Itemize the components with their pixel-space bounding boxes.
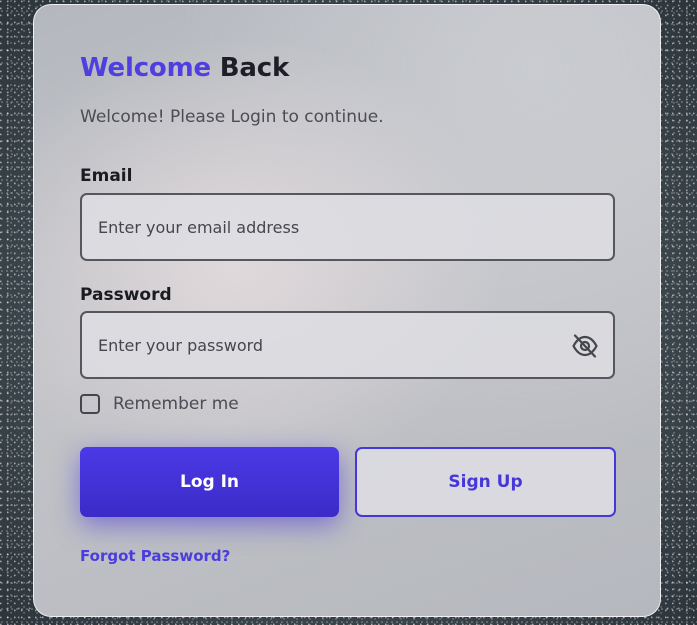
remember-me-toggle[interactable]: Remember me [80,394,239,414]
password-field-container [80,311,615,379]
forgot-password-link[interactable]: Forgot Password? [80,547,230,565]
login-card: Welcome Back Welcome! Please Login to co… [33,4,661,617]
signup-button[interactable]: Sign Up [355,447,616,517]
password-field[interactable] [82,313,613,377]
email-field[interactable] [82,195,613,259]
eye-off-icon[interactable] [571,333,599,359]
subtitle: Welcome! Please Login to continue. [80,107,384,127]
remember-me-checkbox[interactable] [80,394,100,414]
page-title: Welcome Back [80,53,289,83]
title-rest: Back [219,53,290,83]
remember-me-label: Remember me [113,394,239,414]
title-accent: Welcome [80,53,211,83]
email-field-container [80,193,615,261]
password-label: Password [80,285,172,305]
login-button[interactable]: Log In [80,447,339,517]
email-label: Email [80,166,133,186]
